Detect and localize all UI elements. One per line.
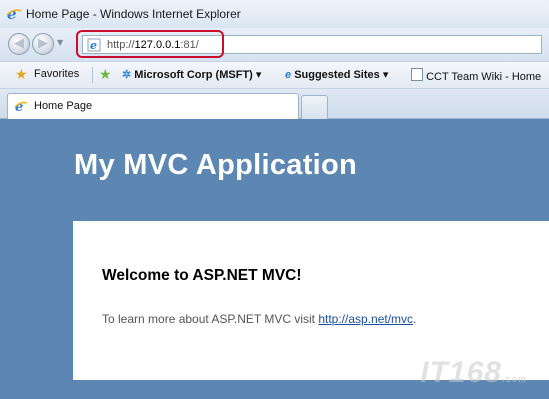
back-button[interactable]: ◀ — [8, 33, 30, 55]
ie-icon: e — [285, 69, 292, 81]
favorite-item-msn[interactable]: ✲ Microsoft Corp (MSFT) ▾ — [122, 68, 261, 81]
recent-pages-dropdown-icon[interactable]: ▼ — [57, 38, 63, 47]
favorites-separator — [92, 67, 93, 83]
tab-home-page[interactable]: e Home Page — [7, 93, 299, 119]
ie-logo-icon: e — [6, 6, 22, 22]
window-titlebar: e Home Page - Windows Internet Explorer — [0, 0, 549, 29]
window-title: Home Page - Windows Internet Explorer — [26, 7, 241, 21]
learn-more-text: To learn more about ASP.NET MVC visit ht… — [102, 312, 417, 326]
page-icon — [411, 68, 423, 81]
favorites-button[interactable]: Favorites — [34, 68, 79, 80]
forward-arrow-icon: ▶ — [38, 36, 48, 51]
address-highlight-annotation — [76, 30, 224, 58]
favorite-item-wiki[interactable]: CCT Team Wiki - Home — [411, 68, 541, 83]
welcome-heading: Welcome to ASP.NET MVC! — [102, 267, 302, 284]
favorites-bar: ★ Favorites ★ ✲ Microsoft Corp (MSFT) ▾ … — [0, 61, 549, 89]
chevron-down-icon: ▾ — [382, 69, 389, 81]
back-arrow-icon: ◀ — [14, 36, 24, 51]
main-content-panel: Welcome to ASP.NET MVC! To learn more ab… — [73, 221, 549, 389]
new-tab-button[interactable] — [301, 95, 328, 119]
page-title: My MVC Application — [74, 149, 358, 181]
msn-icon: ✲ — [122, 69, 132, 81]
tab-bar: e Home Page — [0, 89, 549, 119]
favorite-item-suggested[interactable]: e Suggested Sites ▾ — [285, 68, 388, 81]
chevron-down-icon: ▾ — [255, 69, 262, 81]
favorites-star-icon: ★ — [15, 67, 28, 83]
add-favorite-icon[interactable]: ★ — [99, 67, 112, 83]
ie-tab-icon: e — [14, 100, 28, 113]
watermark-logo: IT168.com — [420, 356, 527, 389]
tab-label: Home Page — [34, 100, 93, 112]
asp-net-mvc-link[interactable]: http://asp.net/mvc — [318, 312, 413, 326]
forward-button[interactable]: ▶ — [32, 33, 54, 55]
